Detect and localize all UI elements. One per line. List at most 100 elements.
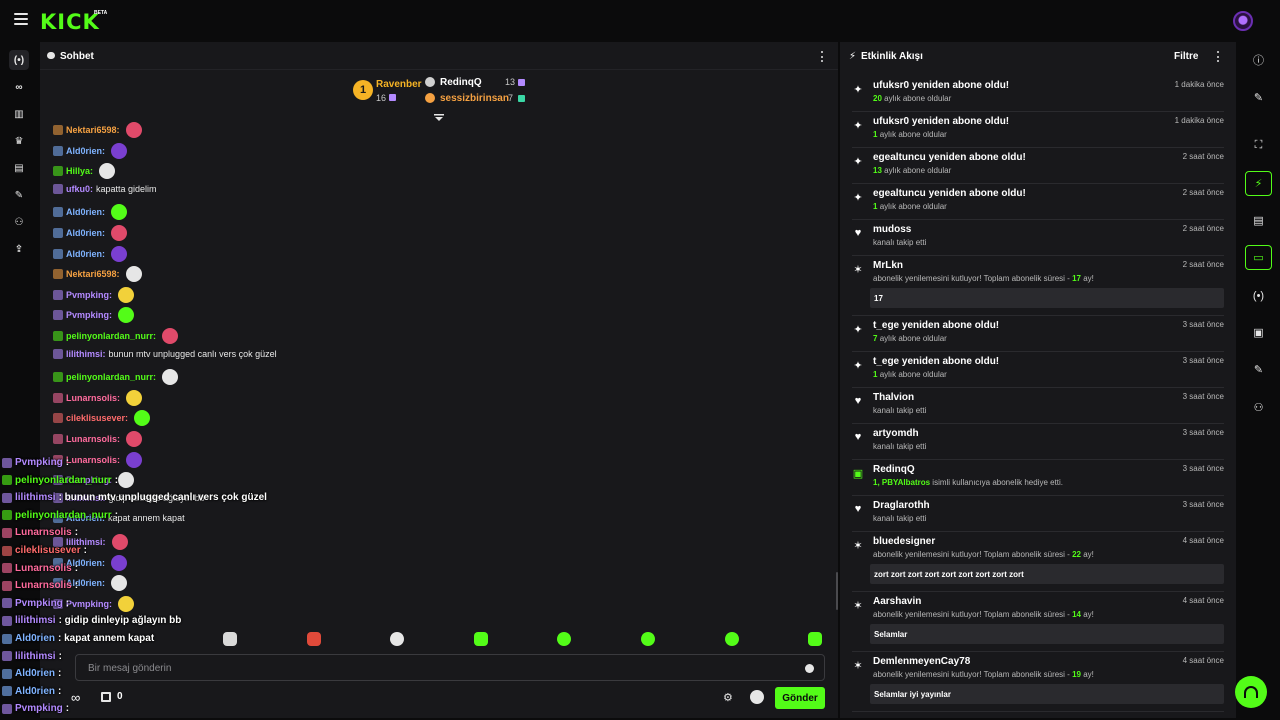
activity-item[interactable]: ✦ t_ege yeniden abone oldu! 3 saat önce 1 a… [852, 352, 1224, 388]
chat-icon[interactable]: ▭ [1245, 245, 1272, 270]
wrench-icon[interactable]: ✎ [1245, 357, 1272, 382]
chat-username[interactable]: lilithimsi: [66, 349, 106, 359]
emote-button[interactable] [557, 632, 571, 646]
activity-item[interactable]: ✶ DemlenmeyenCay78 4 saat önce abonelik yen… [852, 652, 1224, 712]
activity-subtitle-text: isimli kullanıcıya abonelik hediye etti. [932, 478, 1064, 487]
emote [111, 204, 128, 221]
chat-username[interactable]: Nektari6598: [66, 125, 120, 135]
sparkle-icon: ✦ [853, 119, 863, 132]
top-gifter-name[interactable]: Ravenber [376, 79, 422, 90]
activity-item[interactable]: ✦ ufuksr0 yeniden abone oldu! 1 dakika önc… [852, 76, 1224, 112]
emoji-icon[interactable] [805, 664, 814, 673]
users-icon[interactable]: ⚇ [1245, 395, 1272, 420]
chat-username[interactable]: Lunarnsolis: [66, 393, 120, 403]
activity-title-text: Thalvion [873, 392, 915, 403]
chat-username[interactable]: pelinyonlardan_nurr: [66, 331, 156, 341]
chat-username[interactable]: Pvmpking: [66, 290, 112, 300]
edit-icon[interactable]: ✎ [1245, 85, 1272, 110]
activity-suffix: ay! [1083, 670, 1094, 679]
activity-item[interactable]: ▣ RedinqQ 3 saat önce 1, PBYAlbatros isimli… [852, 460, 1224, 496]
chat-message: Ald0rien: [53, 245, 128, 262]
chat-username[interactable]: Ald0rien: [66, 249, 105, 259]
chat-message: Nektari6598: [53, 266, 142, 283]
overlay-message-text: : [83, 545, 87, 556]
second-gifter-name[interactable]: RedinqQ [440, 77, 482, 88]
sparkle-icon: ✦ [853, 191, 863, 204]
gift-icon [518, 95, 525, 102]
chat-username[interactable]: cileklisusever: [66, 413, 128, 423]
users-icon[interactable]: ⚇ [9, 212, 29, 232]
chat-username[interactable]: Ald0rien: [66, 146, 105, 156]
chart-icon[interactable]: ▥ [9, 104, 29, 124]
chat-message: Lunarnsolis: [53, 389, 143, 406]
activity-title-text: Draglarothh [873, 500, 930, 511]
info-icon[interactable]: ⓘ [1245, 47, 1272, 72]
activity-subtitle: abonelik yenilemesini kutluyor! Toplam a… [873, 550, 1094, 559]
activity-item[interactable]: ♥ artyomdh 3 saat önce kanalı takip etti [852, 424, 1224, 460]
mod-icon[interactable]: ▣ [1245, 320, 1272, 345]
media-icon[interactable]: ▤ [9, 158, 29, 178]
right-rail: ⓘ ✎ ⛶ ⚡ ▤ ▭ (•) ▣ ✎ ⚇ [1238, 42, 1280, 720]
chat-username[interactable]: ufku0: [66, 184, 93, 194]
activity-item[interactable]: ♥ Draglarothh 3 saat önce kanalı takip etti [852, 496, 1224, 532]
live-icon[interactable]: (•) [9, 50, 29, 70]
user-avatar[interactable] [1233, 11, 1253, 31]
chat-username[interactable]: Nektari6598: [66, 269, 120, 279]
user-badge [53, 145, 63, 156]
chat-message: Nektari6598: [53, 122, 142, 138]
chat-scrollbar[interactable] [836, 572, 838, 610]
emote-button[interactable] [474, 632, 488, 646]
overlay-message-text: : [74, 562, 79, 574]
activity-item[interactable]: ♥ mudoss 2 saat önce kanalı takip etti [852, 220, 1224, 256]
bolt-icon[interactable]: ⚡ [1245, 171, 1272, 196]
activity-time: 3 saat önce [1182, 356, 1224, 365]
help-button[interactable] [1235, 676, 1267, 708]
menu-icon[interactable] [14, 13, 28, 25]
fullscreen-icon[interactable]: ⛶ [1245, 133, 1272, 158]
chat-username[interactable]: Ald0rien: [66, 228, 105, 238]
chat-username[interactable]: Pvmpking: [66, 310, 112, 320]
activity-item[interactable]: ✦ egealtuncu yeniden abone oldu! 2 saat ön… [852, 148, 1224, 184]
heart-icon: ♥ [854, 503, 862, 515]
user-badge [2, 563, 12, 574]
chat-options-icon[interactable] [821, 51, 824, 62]
chat-username[interactable]: Hillya: [66, 166, 93, 176]
trophy-icon[interactable]: ♛ [9, 131, 29, 151]
activity-item[interactable]: ✶ bluedesigner 4 saat önce abonelik yenilem… [852, 532, 1224, 592]
send-button[interactable]: Gönder [775, 687, 825, 709]
activity-item[interactable]: ✦ t_ege yeniden abone oldu! 3 saat önce 7 a… [852, 316, 1224, 352]
activity-subtitle: kanalı takip etti [873, 238, 926, 247]
emote-button[interactable] [725, 632, 739, 646]
activity-subtitle-text: aylık abone oldular [879, 370, 947, 379]
activity-item[interactable]: ✶ MrLkn 2 saat önce abonelik yenilemesini k… [852, 256, 1224, 316]
chat-username[interactable]: Ald0rien: [66, 207, 105, 217]
emote-button[interactable] [641, 632, 655, 646]
activity-item[interactable]: ✶ Aarshavin 4 saat önce abonelik yenilemesi… [852, 592, 1224, 652]
activity-options-icon[interactable] [1217, 51, 1220, 62]
filter-button[interactable]: Filtre [1174, 51, 1198, 62]
activity-item[interactable]: ✦ ufuksr0 yeniden abone oldu! 1 dakika önc… [852, 112, 1224, 148]
link-icon[interactable]: ∞ [9, 77, 29, 97]
activity-item[interactable]: ✦ egealtuncu yeniden abone oldu! 2 saat ön… [852, 184, 1224, 220]
overlay-username: Lunarnsolis [15, 580, 72, 592]
kick-logo[interactable]: KICK [40, 10, 100, 34]
activity-time: 4 saat önce [1182, 656, 1224, 665]
chat-username[interactable]: pelinyonlardan_nurr: [66, 372, 156, 382]
gift-icon [389, 94, 396, 101]
notes-icon[interactable]: ▤ [1245, 208, 1272, 233]
overlay-message: lilithimsi: gidip dinleyip ağlayın bb [2, 615, 181, 626]
broadcast-icon[interactable]: (•) [1245, 283, 1272, 308]
activity-suffix: ay! [1083, 610, 1094, 619]
emote-button[interactable] [390, 632, 404, 646]
activity-item[interactable]: ♥ Thalvion 3 saat önce kanalı takip etti [852, 388, 1224, 424]
overlay-message: Pvmpking: [2, 457, 69, 468]
sparkle-icon: ✦ [853, 83, 863, 96]
wrench-icon[interactable]: ✎ [9, 185, 29, 205]
settings-icon[interactable]: ⚙ [723, 691, 733, 704]
emote-button[interactable] [808, 632, 822, 646]
overlay-message-text: : [74, 580, 79, 592]
overlay-message-text: : bunun mtv unplugged canlı vers çok güz… [58, 492, 267, 504]
third-gifter-name[interactable]: sessizbirinsan [440, 93, 509, 104]
upload-icon[interactable]: ⇪ [9, 239, 29, 259]
emote-picker-icon[interactable] [750, 690, 764, 704]
